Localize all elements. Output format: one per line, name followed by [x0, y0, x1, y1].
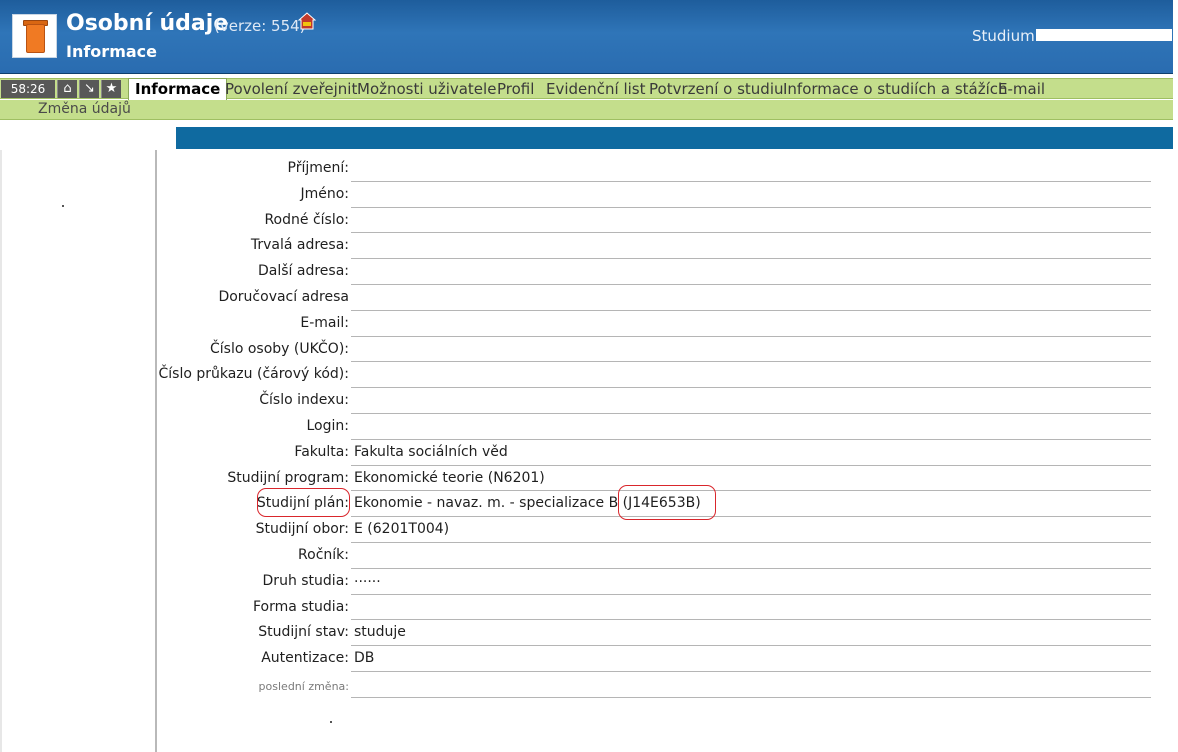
tab-informace-o-studiich[interactable]: Informace o studiích a stážích	[783, 79, 1008, 99]
label-cislo-prukazu: Číslo průkazu (čárový kód):	[158, 366, 349, 383]
submenu-zmena-udaju[interactable]: Změna údajů	[38, 101, 131, 117]
personal-info-form: Příjmení: Jméno: Rodné číslo: Trvalá adr…	[158, 156, 1151, 698]
dot-mark	[330, 721, 332, 723]
value-studijni-obor: E (6201T004)	[354, 521, 450, 538]
label-jmeno: Jméno:	[300, 185, 349, 202]
redacted-value	[352, 364, 432, 385]
row-cislo-osoby: Číslo osoby (UKČO):	[210, 337, 1151, 363]
row-cislo-indexu: Číslo indexu:	[259, 388, 1151, 414]
row-rodne-cislo: Rodné číslo:	[264, 208, 1151, 234]
row-email: E-mail:	[300, 311, 1151, 337]
sub-menu: Změna údajů	[0, 100, 1173, 120]
home-icon[interactable]: ⌂	[57, 80, 77, 98]
left-border	[0, 150, 2, 752]
tab-evidencni-list[interactable]: Evidenční list	[546, 79, 646, 99]
label-rodne-cislo: Rodné číslo:	[264, 211, 349, 228]
label-login: Login:	[306, 417, 350, 434]
arrow-down-right-icon[interactable]: ↘	[79, 80, 99, 98]
row-studijni-obor: Studijní obor: E (6201T004)	[256, 517, 1151, 543]
studium-select[interactable]	[1036, 29, 1172, 41]
row-posledni-zmena: poslední změna:	[259, 672, 1151, 698]
label-rocnik: Ročník:	[298, 546, 349, 563]
jar-icon	[12, 14, 57, 58]
redacted-value	[352, 158, 410, 178]
row-prijmeni: Příjmení:	[288, 156, 1151, 182]
tab-email[interactable]: E-mail	[998, 79, 1045, 99]
page-title: Osobní údaje	[66, 11, 229, 36]
redacted-value	[352, 261, 600, 282]
value-studijni-program: Ekonomické teorie (N6201)	[354, 469, 545, 486]
tab-potvrzeni-o-studiu[interactable]: Potvrzení o studiu	[649, 79, 784, 99]
redacted-value	[352, 415, 440, 436]
page-subtitle: Informace	[66, 42, 157, 61]
redacted-value	[352, 312, 550, 333]
session-timer: 58:26	[1, 80, 55, 98]
redacted-area	[296, 710, 1153, 738]
tab-informace[interactable]: Informace	[128, 78, 228, 100]
row-fakulta: Fakulta: Fakulta sociálních věd	[294, 440, 1151, 466]
redacted-value	[352, 338, 432, 359]
tab-povoleni-zverejnit[interactable]: Povolení zveřejnit	[225, 79, 357, 99]
value-druh-studia: ......	[354, 569, 381, 586]
row-trvala-adresa: Trvalá adresa:	[251, 233, 1151, 260]
label-studijni-stav: Studijní stav:	[258, 624, 349, 641]
left-panel	[14, 152, 148, 334]
redacted-value	[352, 209, 460, 230]
redacted-value	[352, 235, 600, 256]
studium-label: Studium:	[972, 27, 1040, 45]
tab-profil[interactable]: Profil	[497, 79, 534, 99]
label-cislo-indexu: Číslo indexu:	[259, 392, 349, 409]
value-autentizace: DB	[354, 650, 375, 667]
label-prijmeni: Příjmení:	[287, 160, 349, 176]
section-band	[176, 127, 1173, 149]
value-fakulta: Fakulta sociálních věd	[354, 443, 508, 460]
label-druh-studia: Druh studia:	[262, 572, 349, 589]
column-divider	[155, 150, 157, 752]
row-rocnik: Ročník:	[298, 543, 1151, 569]
redacted-value	[352, 673, 502, 694]
tab-moznosti-uzivatele[interactable]: Možnosti uživatele	[357, 79, 496, 99]
label-fakulta: Fakulta:	[294, 443, 349, 460]
row-jmeno: Jméno:	[300, 182, 1151, 208]
label-cislo-osoby: Číslo osoby (UKČO):	[209, 340, 349, 357]
row-druh-studia: Druh studia: ......	[263, 569, 1151, 595]
main-menu: 58:26 ⌂ ↘ ★ Informace Povolení zveřejnit…	[0, 78, 1173, 100]
label-studijni-program: Studijní program:	[227, 469, 349, 486]
redacted-area	[0, 124, 176, 150]
label-studijni-obor: Studijní obor:	[255, 521, 349, 538]
row-studijni-program: Studijní program: Ekonomické teorie (N62…	[227, 466, 1151, 492]
label-posledni-zmena: poslední změna:	[258, 679, 349, 693]
row-studijni-stav: Studijní stav: studuje	[258, 620, 1151, 647]
star-icon[interactable]: ★	[101, 80, 121, 98]
redacted-value	[352, 390, 438, 411]
app-header: Osobní údaje (verze: 554) Informace Stud…	[0, 0, 1173, 74]
row-dorucovaci-adresa: Doručovací adresa	[218, 285, 1151, 311]
label-forma-studia: Forma studia:	[252, 598, 349, 615]
row-login: Login:	[307, 414, 1151, 440]
redacted-value	[352, 286, 400, 307]
row-studijni-plan: Studijní plán: Ekonomie - navaz. m. - sp…	[257, 491, 1151, 518]
value-studijni-stav: studuje	[354, 624, 406, 641]
label-autentizace: Autentizace:	[261, 650, 349, 667]
row-cislo-prukazu: Číslo průkazu (čárový kód):	[158, 362, 1151, 389]
home-icon[interactable]	[298, 12, 316, 30]
row-forma-studia: Forma studia:	[253, 595, 1151, 621]
highlight-ring-code	[618, 485, 716, 520]
label-trvala-adresa: Trvalá adresa:	[250, 237, 349, 254]
highlight-ring-label	[257, 488, 350, 517]
redacted-value	[352, 183, 408, 204]
row-autentizace: Autentizace: DB	[261, 646, 1151, 672]
label-dorucovaci-adresa: Doručovací adresa	[218, 288, 349, 305]
dot-mark	[62, 205, 64, 207]
label-dalsi-adresa: Další adresa:	[258, 263, 349, 280]
version-label: (verze: 554)	[214, 17, 306, 35]
label-email: E-mail:	[300, 314, 349, 331]
row-dalsi-adresa: Další adresa:	[258, 259, 1151, 285]
